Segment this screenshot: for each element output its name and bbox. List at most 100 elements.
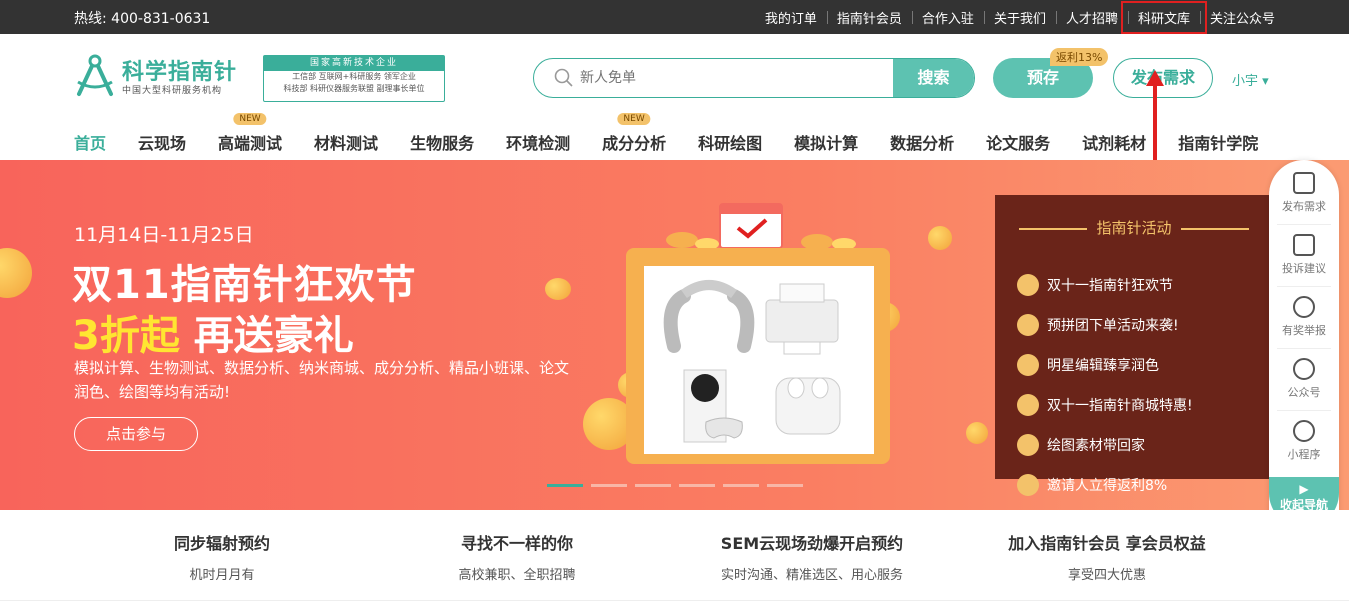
- side-complaint[interactable]: 投诉建议: [1269, 234, 1339, 276]
- carousel-dot[interactable]: [591, 484, 627, 487]
- side-item-label: 有奖举报: [1282, 324, 1326, 337]
- nav-material-testing[interactable]: 材料测试: [314, 130, 378, 154]
- activity-item[interactable]: 双十一指南针商城特惠!: [1017, 385, 1193, 425]
- feature-strip: 同步辐射预约 机时月月有 寻找不一样的你 高校兼职、全职招聘 SEM云现场劲爆开…: [0, 510, 1349, 601]
- nav-label: 云现场: [138, 134, 187, 153]
- feature-desc: 机时月月有: [189, 568, 255, 583]
- activity-item-label: 明星编辑臻享润色: [1047, 358, 1159, 374]
- side-mini-program[interactable]: 小程序: [1269, 420, 1339, 462]
- nav-label: 数据分析: [890, 134, 955, 153]
- promo-headline: 双11指南针狂欢节: [72, 262, 417, 308]
- logo-title: 科学指南针: [122, 60, 238, 85]
- nav-label: 指南针学院: [1178, 134, 1259, 153]
- link-partnership[interactable]: 合作入驻: [911, 8, 984, 27]
- nav-reagents[interactable]: 试剂耗材: [1082, 130, 1146, 154]
- site-logo[interactable]: 科学指南针 中国大型科研服务机构: [74, 54, 264, 104]
- carousel-dot[interactable]: [723, 484, 759, 487]
- cert-head: 国家高新技术企业: [264, 56, 444, 71]
- mascot-icon: [1017, 394, 1039, 416]
- side-item-label: 公众号: [1287, 386, 1321, 399]
- coin-decoration: [545, 278, 571, 300]
- promo-banner[interactable]: 11月14日-11月25日 双11指南针狂欢节 3折起 再送豪礼 模拟计算、生物…: [0, 160, 1349, 510]
- feature-synchrotron[interactable]: 同步辐射预约 机时月月有: [72, 530, 372, 583]
- hotline-text: 热线: 400-831-0631: [74, 11, 211, 27]
- divider: [1277, 348, 1331, 349]
- participate-button[interactable]: 点击参与: [74, 417, 198, 451]
- header: 科学指南针 中国大型科研服务机构 国家高新技术企业 工信部 互联网+科研服务 领…: [0, 34, 1349, 164]
- nav-label: 成分分析: [602, 134, 667, 153]
- side-toolbar: 发布需求 投诉建议 有奖举报 公众号 小程序 ▶ 收起导航: [1269, 160, 1339, 528]
- divider: [1277, 286, 1331, 287]
- link-about-us[interactable]: 关于我们: [983, 8, 1056, 27]
- promo-date: 11月14日-11月25日: [74, 224, 254, 246]
- feature-membership[interactable]: 加入指南针会员 享会员权益 享受四大优惠: [957, 530, 1257, 583]
- activity-item[interactable]: 绘图素材带回家: [1017, 425, 1193, 465]
- feature-title: SEM云现场劲爆开启预约: [720, 534, 904, 553]
- invite-icon: [1017, 474, 1039, 496]
- logo-subtitle: 中国大型科研服务机构: [122, 86, 223, 96]
- activity-item-label: 双十一指南针商城特惠!: [1047, 398, 1193, 414]
- activity-panel: 指南针活动 双十一指南针狂欢节 预拼团下单活动来袭! 明星编辑臻享润色 双十一指…: [995, 195, 1273, 496]
- main-nav: 首页 云现场 NEW 高端测试 材料测试 生物服务 环境检测 NEW 成分分析 科研…: [74, 113, 1290, 164]
- feature-recruitment[interactable]: 寻找不一样的你 高校兼职、全职招聘: [367, 530, 667, 583]
- activity-item-label: 邀请人立得返利8%: [1047, 478, 1168, 494]
- carousel-dot[interactable]: [767, 484, 803, 487]
- activity-item[interactable]: 双十一指南针狂欢节: [1017, 265, 1193, 305]
- new-badge: NEW: [233, 113, 267, 125]
- gift-icon: [1017, 434, 1039, 456]
- coin-icon: [1017, 354, 1039, 376]
- search-button[interactable]: 搜索: [893, 59, 974, 97]
- nav-composition-analysis[interactable]: NEW 成分分析: [602, 113, 667, 154]
- feature-title: 寻找不一样的你: [460, 534, 573, 553]
- link-research-library[interactable]: 科研文库: [1120, 0, 1207, 34]
- prize-items-icon: [663, 280, 841, 443]
- red-arrow-annotation-icon: [1146, 70, 1164, 162]
- nav-label: 首页: [74, 134, 107, 153]
- link-membership[interactable]: 指南针会员: [826, 8, 912, 27]
- feature-sem-booking[interactable]: SEM云现场劲爆开启预约 实时沟通、精准选区、用心服务: [662, 530, 962, 583]
- edit-icon: [1293, 172, 1315, 194]
- carousel-dot[interactable]: [547, 484, 583, 487]
- divider: [1277, 224, 1331, 225]
- cert-line-1: 工信部 互联网+科研服务 领军企业: [292, 72, 416, 81]
- wechat-icon: [1293, 358, 1315, 380]
- promo-subline: 3折起 再送豪礼: [72, 303, 354, 361]
- feature-desc: 享受四大优惠: [1067, 568, 1146, 583]
- divider: [1277, 410, 1331, 411]
- side-report[interactable]: 有奖举报: [1269, 296, 1339, 338]
- user-menu[interactable]: 小宇 ▾: [1232, 70, 1269, 89]
- search-input[interactable]: [534, 59, 894, 97]
- report-icon: [1293, 296, 1315, 318]
- activity-item[interactable]: 预拼团下单活动来袭!: [1017, 305, 1193, 345]
- activity-item[interactable]: 邀请人立得返利8%: [1017, 465, 1193, 505]
- nav-academy[interactable]: 指南针学院: [1178, 130, 1258, 154]
- nav-label: 环境检测: [506, 134, 571, 153]
- nav-bio-services[interactable]: 生物服务: [410, 130, 474, 154]
- nav-data-analysis[interactable]: 数据分析: [890, 130, 954, 154]
- coin-decoration: [0, 248, 32, 298]
- nav-home[interactable]: 首页: [74, 130, 107, 164]
- promo-description: 模拟计算、生物测试、数据分析、纳米商城、成分分析、精品小班课、论文润色、绘图等均…: [74, 359, 570, 401]
- nav-cloud-site[interactable]: 云现场: [138, 130, 186, 154]
- nav-env-testing[interactable]: 环境检测: [506, 130, 570, 154]
- activity-list: 双十一指南针狂欢节 预拼团下单活动来袭! 明星编辑臻享润色 双十一指南针商城特惠…: [1017, 265, 1193, 505]
- carousel-indicators: [547, 484, 811, 487]
- link-follow-account[interactable]: 关注公众号: [1199, 8, 1285, 27]
- side-wechat-account[interactable]: 公众号: [1269, 358, 1339, 400]
- feature-title: 同步辐射预约: [173, 534, 270, 553]
- carousel-dot[interactable]: [679, 484, 715, 487]
- link-careers[interactable]: 人才招聘: [1055, 8, 1128, 27]
- side-post-request[interactable]: 发布需求: [1269, 172, 1339, 214]
- feature-desc: 高校兼职、全职招聘: [458, 568, 576, 583]
- rebate-badge: 返利13%: [1050, 48, 1109, 66]
- nav-high-end-testing[interactable]: NEW 高端测试: [218, 113, 282, 154]
- promo-gift: 再送豪礼: [179, 313, 354, 359]
- link-my-orders[interactable]: 我的订单: [755, 8, 827, 27]
- gift-icon: [1017, 274, 1039, 296]
- carousel-dot[interactable]: [635, 484, 671, 487]
- activity-item[interactable]: 明星编辑臻享润色: [1017, 345, 1193, 385]
- nav-simulation[interactable]: 模拟计算: [794, 130, 858, 154]
- nav-research-drawing[interactable]: 科研绘图: [698, 130, 762, 154]
- top-bar: 热线: 400-831-0631 我的订单 指南针会员 合作入驻 关于我们 人才…: [0, 0, 1349, 34]
- nav-paper-services[interactable]: 论文服务: [986, 130, 1050, 154]
